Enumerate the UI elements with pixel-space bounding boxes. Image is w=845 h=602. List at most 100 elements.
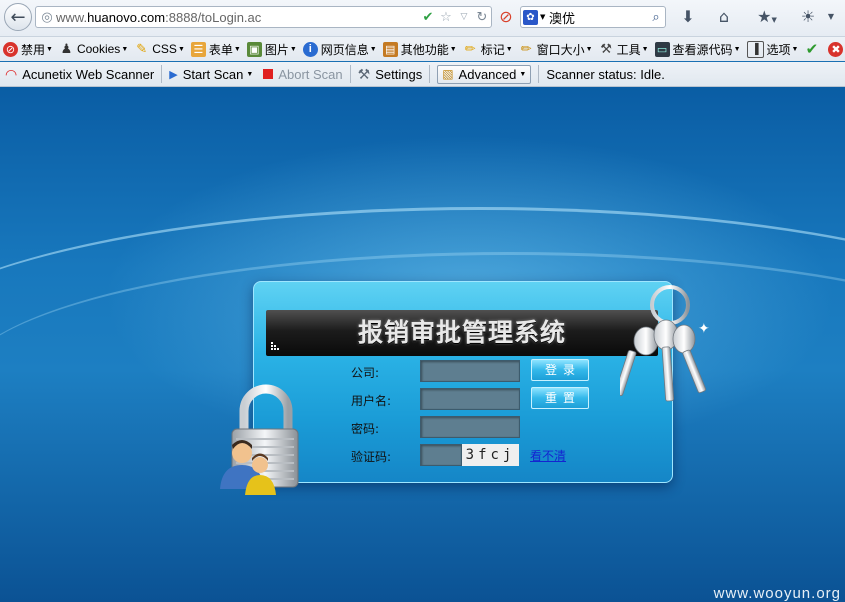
cookies-icon: ♟ [60,41,73,56]
back-button[interactable]: ← [4,3,32,31]
dropdown-arrow-icon[interactable]: ▽ [455,12,473,22]
web-developer-toolbar: ⊘ 禁用 ▼ ♟ Cookies ▼ ✎ CSS ▼ ☰ 表单 ▼ ▣ 图片 ▼ i 网页… [0,37,845,61]
toolbar-separator [349,65,351,83]
menu-page-info[interactable]: i 网页信息 ▼ [302,41,377,58]
validation-error[interactable]: ✖ [828,41,845,57]
search-icon[interactable]: ⌕ [647,10,665,25]
reset-button[interactable]: 重置 [531,387,589,409]
globe-icon: ◎ [41,9,53,25]
watermark: www.wooyun.org [713,585,841,602]
menu-label: 查看源代码 [672,42,733,57]
settings-label: Settings [375,66,423,82]
captcha-field[interactable] [420,444,462,466]
search-input[interactable]: 澳优 [549,8,647,27]
acunetix-title: Acunetix Web Scanner [22,66,155,82]
overflow-menu-icon[interactable]: ▼ [820,6,842,28]
chevron-down-icon: ▼ [540,13,546,21]
bug-icon[interactable]: ☀ [797,6,819,28]
url-text[interactable]: www.huanovo.com:8888/toLogin.ac [56,10,419,25]
menu-label: 窗口大小 [536,42,585,57]
menu-misc[interactable]: ▤ 其他功能 ▼ [382,41,457,58]
reload-icon[interactable]: ↻ [473,10,491,25]
menu-resize[interactable]: ✏ 窗口大小 ▼ [519,41,593,58]
outline-pencil-icon: ✏ [464,41,476,56]
menu-label: 标记 [480,42,505,57]
banner-dots-icon [271,342,279,350]
download-icon[interactable]: ⬇ [677,6,699,28]
url-prefix: www. [56,9,88,25]
password-field[interactable] [420,416,520,438]
search-bar[interactable]: ✿ ▼ 澳优 ⌕ [520,6,666,28]
url-path: :8888/toLogin.ac [165,9,262,25]
menu-images[interactable]: ▣ 图片 ▼ [246,41,297,58]
scanner-status-text: Scanner status: Idle. [546,66,665,82]
abort-scan-label: Abort Scan [278,66,343,82]
menu-cookies[interactable]: ♟ Cookies ▼ [59,41,129,57]
acunetix-logo-icon: ◠ [5,65,18,82]
chevron-down-icon: ▼ [791,45,799,53]
menu-label: 选项 [766,42,791,57]
menu-tools[interactable]: ⚒ 工具 ▼ [599,41,649,58]
captcha-refresh-link[interactable]: 看不清 [530,447,566,464]
password-label: 密码: [351,422,380,436]
captcha-image[interactable]: 3fcj [462,444,519,466]
menu-label: 图片 [264,42,289,57]
advanced-icon: ▧ [442,67,454,81]
home-icon[interactable]: ⌂ [713,6,735,28]
chevron-down-icon: ▼ [289,45,297,53]
menu-css[interactable]: ✎ CSS ▼ [134,41,185,57]
company-label: 公司: [351,366,380,380]
misc-icon: ▤ [382,41,398,57]
menu-outline[interactable]: ✏ 标记 ▼ [463,41,513,58]
url-bar[interactable]: ◎ www.huanovo.com:8888/toLogin.ac ✔ ☆ ▽ … [35,6,492,28]
bookmarks-menu-icon[interactable]: ★▼ [750,6,784,28]
chevron-down-icon: ▼ [733,45,741,53]
bookmark-star-icon[interactable]: ☆ [437,10,455,25]
chevron-down-icon: ▼ [641,45,649,53]
menu-disable[interactable]: ⊘ 禁用 ▼ [3,41,53,58]
menu-label: 工具 [616,42,641,57]
css-pencil-icon: ✎ [136,41,148,56]
chevron-down-icon: ▼ [449,45,457,53]
padlock-users-icon [220,384,299,495]
play-icon: ▶ [169,68,178,81]
abort-scan-button[interactable]: Abort Scan [263,66,343,82]
start-scan-label: Start Scan [182,66,244,82]
wrench-icon: ⚒ [357,65,371,82]
back-arrow-icon: ← [10,6,26,28]
validation-ok[interactable]: ✔ [804,41,822,58]
company-field[interactable] [420,360,520,382]
chevron-down-icon: ▼ [177,45,185,53]
search-engine-selector[interactable]: ✿ ▼ [521,9,549,25]
username-field[interactable] [420,388,520,410]
resize-icon: ✏ [520,41,532,56]
options-icon: ▐ [746,40,764,58]
login-button[interactable]: 登录 [531,359,589,381]
menu-label: 禁用 [21,42,46,57]
stop-icon [263,69,274,79]
navigation-toolbar: ← ◎ www.huanovo.com:8888/toLogin.ac ✔ ☆ … [0,0,845,37]
chevron-down-icon: ▼ [46,45,53,53]
start-scan-button[interactable]: ▶ Start Scan ▼ [169,67,253,82]
settings-button[interactable]: ⚒ Settings [358,66,423,83]
image-icon: ▣ [246,41,262,57]
advanced-button[interactable]: ▧ Advanced ▼ [437,64,532,84]
adblock-icon[interactable]: ⊘ [495,6,517,28]
menu-label: Cookies [76,42,121,56]
toolbar-separator [538,65,540,83]
chevron-down-icon: ▼ [246,70,254,78]
menu-view-source[interactable]: ▭ 查看源代码 ▼ [654,41,741,58]
menu-forms[interactable]: ☰ 表单 ▼ [190,41,241,58]
menu-options[interactable]: ▐ 选项 ▼ [746,40,799,58]
captcha-label: 验证码: [351,450,392,464]
acunetix-toolbar: ◠ Acunetix Web Scanner ▶ Start Scan ▼ Ab… [0,62,845,87]
chevron-down-icon: ▼ [121,45,129,53]
acunetix-logo-item[interactable]: ◠ Acunetix Web Scanner [5,66,154,83]
menu-label: 网页信息 [320,42,369,57]
tools-icon: ⚒ [600,41,612,56]
keys-icon: ✦ [620,285,710,402]
advanced-label: Advanced [458,66,517,82]
check-icon[interactable]: ✔ [419,10,437,25]
svg-text:✦: ✦ [698,321,710,337]
toolbar-separator [429,65,431,83]
